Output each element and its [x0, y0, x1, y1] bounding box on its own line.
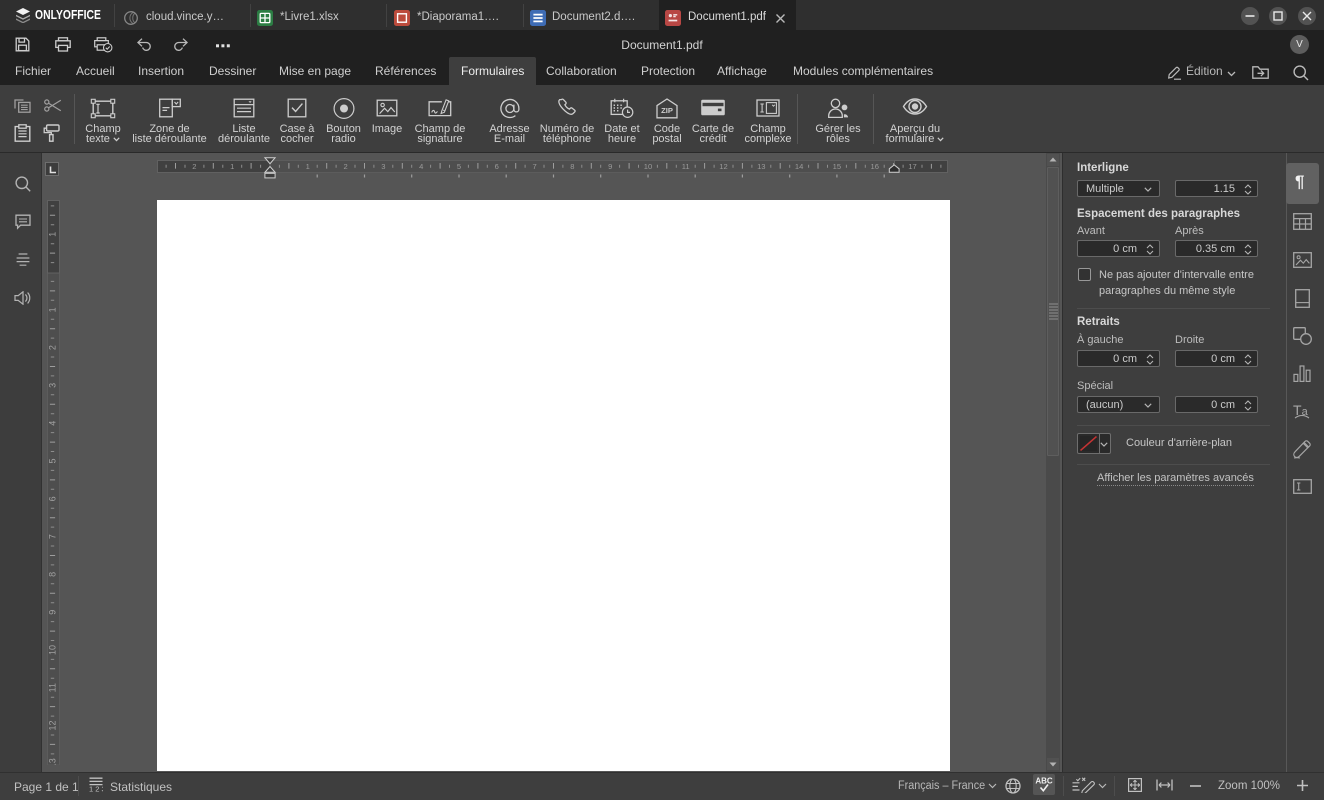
svg-text:8: 8 — [570, 162, 574, 171]
svg-text:1 2 3: 1 2 3 — [89, 785, 103, 792]
svg-text:4: 4 — [419, 162, 423, 171]
svg-text:3: 3 — [48, 383, 58, 388]
svg-text:6: 6 — [495, 162, 499, 171]
svg-text:4: 4 — [48, 421, 58, 426]
svg-text:10: 10 — [48, 645, 58, 655]
svg-text:7: 7 — [48, 534, 58, 539]
svg-text:3: 3 — [381, 162, 385, 171]
svg-text:17: 17 — [908, 162, 916, 171]
svg-text:9: 9 — [608, 162, 612, 171]
svg-text:7: 7 — [532, 162, 536, 171]
svg-text:12: 12 — [48, 720, 58, 730]
svg-text:13: 13 — [757, 162, 765, 171]
svg-text:ABC: ABC — [1035, 777, 1053, 786]
svg-text:5: 5 — [457, 162, 461, 171]
svg-text:2: 2 — [343, 162, 347, 171]
svg-text:6: 6 — [48, 496, 58, 501]
svg-text:1: 1 — [48, 307, 58, 312]
svg-text:9: 9 — [48, 610, 58, 615]
svg-text:10: 10 — [644, 162, 652, 171]
svg-text:ZIP: ZIP — [661, 106, 673, 115]
svg-text:11: 11 — [48, 683, 58, 692]
svg-text:15: 15 — [833, 162, 841, 171]
svg-text:1: 1 — [48, 232, 58, 237]
svg-text:2: 2 — [48, 345, 58, 350]
svg-text:14: 14 — [795, 162, 803, 171]
svg-text:1: 1 — [306, 162, 310, 171]
svg-text:5: 5 — [48, 458, 58, 463]
svg-text:2: 2 — [192, 162, 196, 171]
svg-text:8: 8 — [48, 572, 58, 577]
svg-text:12: 12 — [719, 162, 727, 171]
svg-text:1: 1 — [230, 162, 234, 171]
svg-text:13: 13 — [48, 758, 58, 765]
svg-text:16: 16 — [870, 162, 878, 171]
svg-text:11: 11 — [682, 162, 690, 171]
